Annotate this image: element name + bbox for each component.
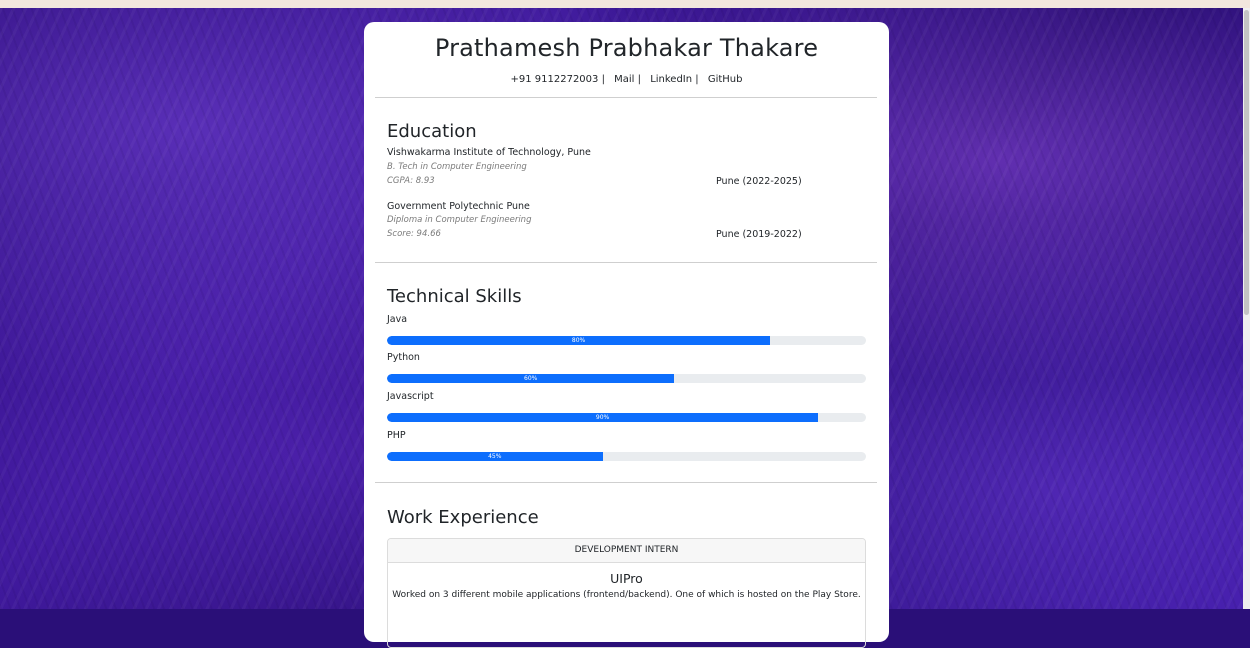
resume-name: Prathamesh Prabhakar Thakare xyxy=(434,34,819,62)
divider xyxy=(375,262,877,263)
resume-card: Prathamesh Prabhakar Thakare +91 9112272… xyxy=(364,22,889,648)
job-role: DEVELOPMENT INTERN xyxy=(388,539,865,563)
education-institution: Vishwakarma Institute of Technology, Pun… xyxy=(387,147,591,158)
mail-link[interactable]: Mail | xyxy=(614,74,641,85)
skill-progress-fill: 60% xyxy=(387,374,675,383)
browser-top-edge xyxy=(0,0,1250,8)
phone-number: +91 9112272003 | xyxy=(510,74,605,85)
education-institution: Government Polytechnic Pune xyxy=(387,201,530,212)
education-degree: B. Tech in Computer Engineering xyxy=(387,162,527,172)
education-score: Score: 94.66 xyxy=(387,229,441,239)
divider xyxy=(375,97,877,98)
page-scrollbar[interactable] xyxy=(1243,8,1250,609)
skill-progress-fill: 90% xyxy=(387,413,819,422)
job-company: UIPro xyxy=(610,571,643,586)
education-location: Pune (2022-2025) xyxy=(716,176,802,187)
work-experience-title: Work Experience xyxy=(387,507,539,528)
skill-label: Javascript xyxy=(387,391,434,402)
skill-label: PHP xyxy=(387,430,406,441)
skill-progress-bar: 80% xyxy=(387,336,866,345)
education-score: CGPA: 8.93 xyxy=(387,176,435,186)
skills-title: Technical Skills xyxy=(387,286,522,307)
skill-progress-bar: 90% xyxy=(387,413,866,422)
skill-label: Java xyxy=(387,314,408,325)
scrollbar-thumb[interactable] xyxy=(1244,10,1249,315)
skill-progress-bar: 60% xyxy=(387,374,866,383)
job-card: DEVELOPMENT INTERN UIPro Worked on 3 dif… xyxy=(387,538,866,648)
education-location: Pune (2019-2022) xyxy=(716,229,802,240)
divider xyxy=(375,482,877,483)
linkedin-link[interactable]: LinkedIn | xyxy=(650,74,698,85)
skill-progress-fill: 80% xyxy=(387,336,771,345)
job-description: Worked on 3 different mobile application… xyxy=(392,590,861,600)
contact-links: +91 9112272003 | Mail | LinkedIn | GitHu… xyxy=(364,74,889,85)
skill-progress-bar: 45% xyxy=(387,452,866,461)
education-degree: Diploma in Computer Engineering xyxy=(387,215,532,225)
education-title: Education xyxy=(387,121,477,142)
skill-label: Python xyxy=(387,352,420,363)
github-link[interactable]: GitHub xyxy=(708,74,743,85)
skill-progress-fill: 45% xyxy=(387,452,603,461)
